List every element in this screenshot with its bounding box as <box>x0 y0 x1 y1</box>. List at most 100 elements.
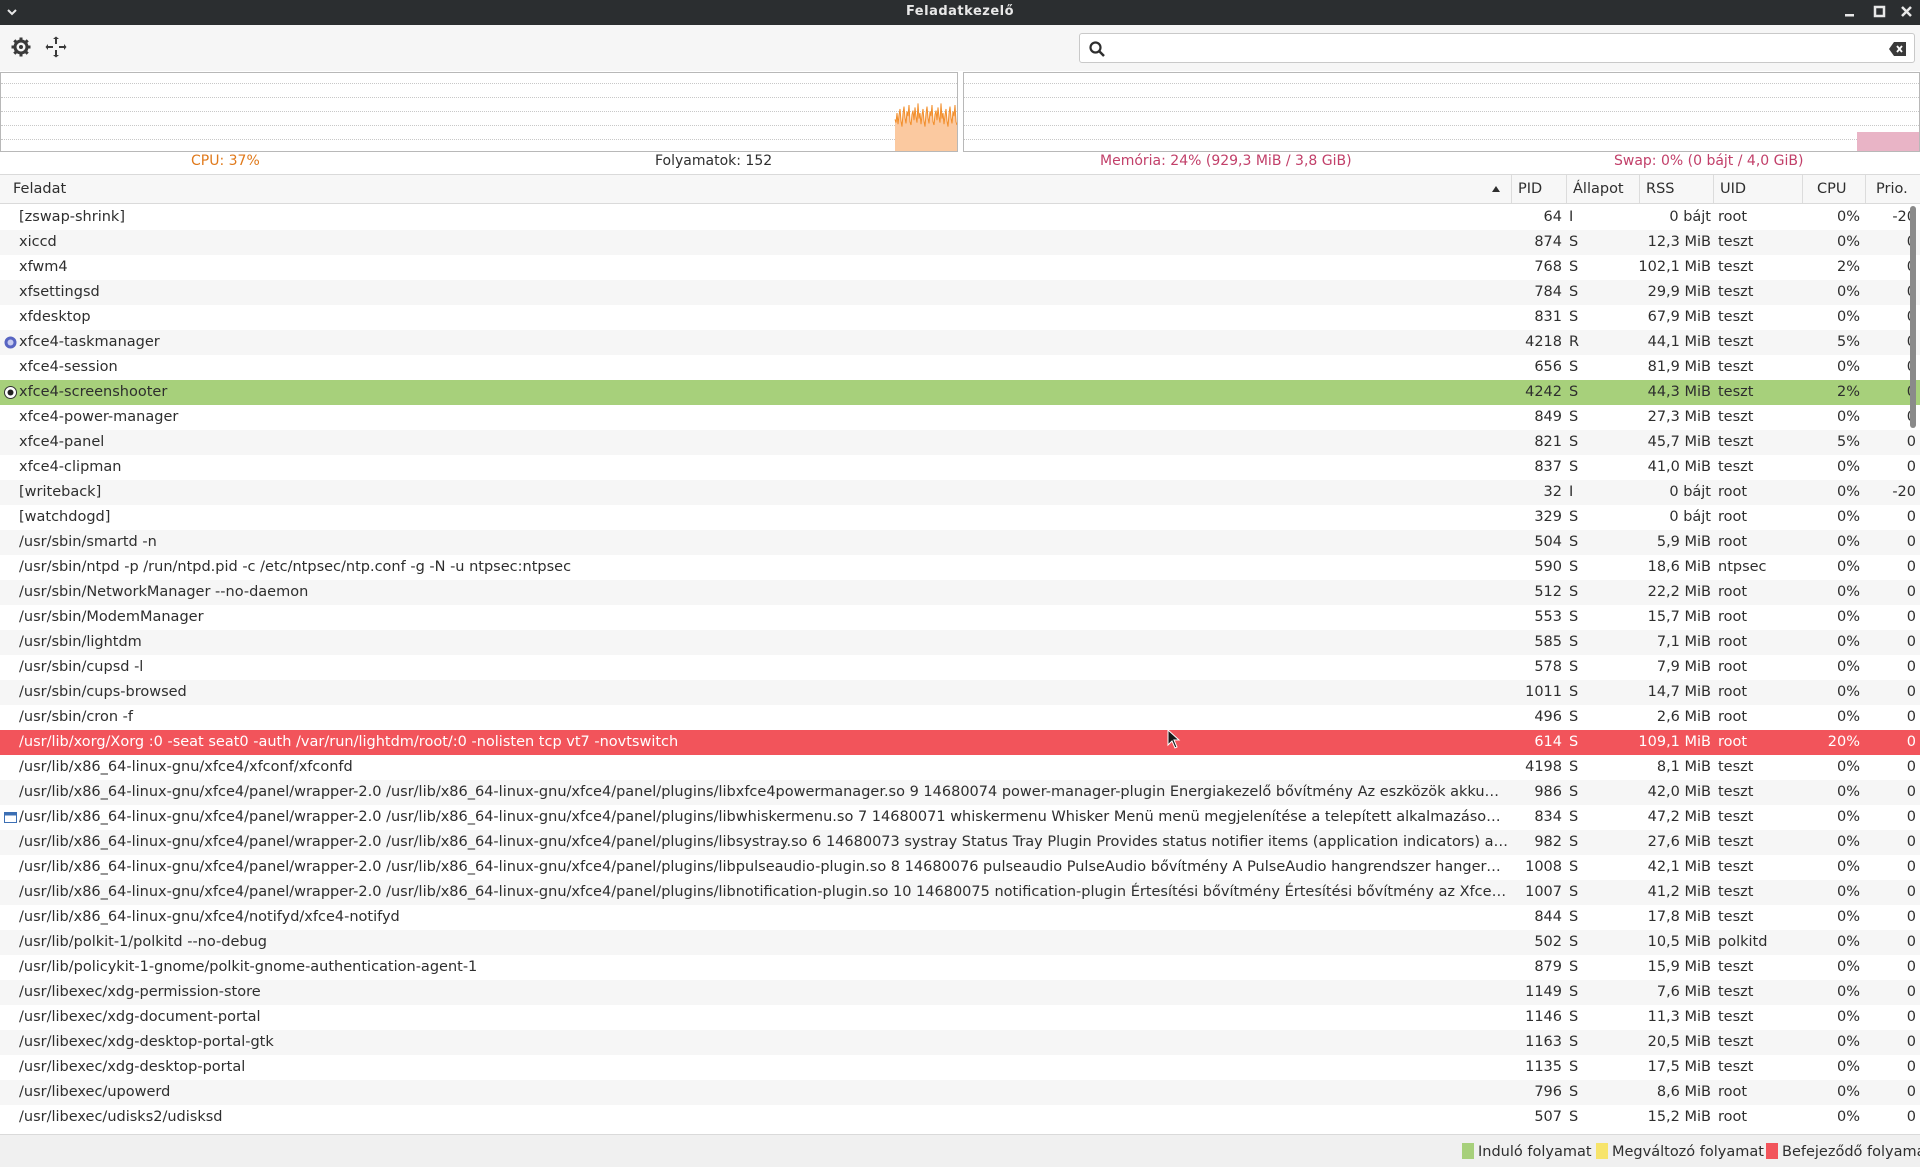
column-header-pid[interactable]: PID <box>1511 175 1566 203</box>
process-rss: 0 bájt <box>1669 509 1711 525</box>
process-prio: 0 <box>1906 459 1916 475</box>
process-pid: 1146 <box>1525 1009 1562 1025</box>
process-prio: 0 <box>1906 709 1916 725</box>
process-row[interactable]: /usr/libexec/xdg-permission-store 1149 S 7,… <box>0 980 1920 1005</box>
process-uid: teszt <box>1718 1034 1754 1050</box>
process-row[interactable]: /usr/sbin/NetworkManager --no-daemon 512 S… <box>0 580 1920 605</box>
process-row[interactable]: /usr/lib/x86_64-linux-gnu/xfce4/panel/wr… <box>0 805 1920 830</box>
process-row[interactable]: /usr/sbin/lightdm 585 S 7,1 MiB root 0% 0 <box>0 630 1920 655</box>
process-rss: 27,3 MiB <box>1647 409 1711 425</box>
process-row[interactable]: xfce4-panel 821 S 45,7 MiB teszt 5% 0 <box>0 430 1920 455</box>
process-row[interactable]: /usr/sbin/ntpd -p /run/ntpd.pid -c /etc/… <box>0 555 1920 580</box>
process-rss: 12,3 MiB <box>1647 234 1711 250</box>
process-rss: 15,7 MiB <box>1647 609 1711 625</box>
process-cpu: 0% <box>1836 859 1860 875</box>
process-state: S <box>1569 634 1579 650</box>
process-row[interactable]: /usr/lib/x86_64-linux-gnu/xfce4/notifyd/… <box>0 905 1920 930</box>
process-uid: root <box>1718 209 1748 225</box>
process-row[interactable]: /usr/lib/x86_64-linux-gnu/xfce4/panel/wr… <box>0 855 1920 880</box>
process-row[interactable]: /usr/sbin/cupsd -l 578 S 7,9 MiB root 0% 0 <box>0 655 1920 680</box>
scrollbar[interactable] <box>1910 206 1916 428</box>
column-header-uid[interactable]: UID <box>1713 175 1802 203</box>
process-row[interactable]: /usr/sbin/cron -f 496 S 2,6 MiB root 0% 0 <box>0 705 1920 730</box>
process-row[interactable]: /usr/libexec/upowerd 796 S 8,6 MiB root 0% 0 <box>0 1080 1920 1105</box>
process-row[interactable]: xfce4-clipman 837 S 41,0 MiB teszt 0% 0 <box>0 455 1920 480</box>
process-row[interactable]: /usr/sbin/cups-browsed 1011 S 14,7 MiB root 0… <box>0 680 1920 705</box>
column-header-state[interactable]: Állapot <box>1566 175 1639 203</box>
process-cpu: 0% <box>1836 1034 1860 1050</box>
process-row[interactable]: [writeback] 32 I 0 bájt root 0% -20 <box>0 480 1920 505</box>
process-row[interactable]: /usr/lib/polkit-1/polkitd --no-debug 502 S… <box>0 930 1920 955</box>
process-pid: 831 <box>1534 309 1562 325</box>
column-header-cpu[interactable]: CPU <box>1802 175 1865 203</box>
process-rss: 17,8 MiB <box>1647 909 1711 925</box>
process-state: R <box>1569 334 1580 350</box>
maximize-icon[interactable] <box>1871 3 1889 21</box>
process-row[interactable]: /usr/sbin/smartd -n 504 S 5,9 MiB root 0% 0 <box>0 530 1920 555</box>
process-name: /usr/sbin/lightdm <box>19 634 142 650</box>
process-name: [writeback] <box>19 484 102 500</box>
process-row[interactable]: /usr/sbin/ModemManager 553 S 15,7 MiB root 0%… <box>0 605 1920 630</box>
process-prio: 0 <box>1906 984 1916 1000</box>
process-row[interactable]: /usr/libexec/xdg-desktop-portal-gtk 1163 S… <box>0 1030 1920 1055</box>
process-name: /usr/lib/x86_64-linux-gnu/xfce4/panel/wr… <box>19 809 1509 825</box>
process-uid: teszt <box>1718 784 1754 800</box>
process-state: S <box>1569 784 1579 800</box>
process-row[interactable]: /usr/lib/x86_64-linux-gnu/xfce4/xfconf/x… <box>0 755 1920 780</box>
search-input[interactable] <box>1114 37 1864 59</box>
process-prio: 0 <box>1906 1034 1916 1050</box>
process-row[interactable]: /usr/libexec/udisks2/udisksd 507 S 15,2 MiB… <box>0 1105 1920 1130</box>
memory-graph <box>963 72 1920 152</box>
process-name: /usr/libexec/xdg-desktop-portal <box>19 1059 246 1075</box>
process-prio: 0 <box>1906 834 1916 850</box>
settings-gear-icon[interactable] <box>10 36 32 58</box>
process-row[interactable]: /usr/lib/x86_64-linux-gnu/xfce4/panel/wr… <box>0 880 1920 905</box>
process-prio: 0 <box>1906 1059 1916 1075</box>
process-count-label: Folyamatok: 152 <box>655 153 773 169</box>
close-icon[interactable] <box>1898 3 1916 21</box>
process-row[interactable]: /usr/libexec/xdg-document-portal 1146 S 11,… <box>0 1005 1920 1030</box>
process-rss: 5,9 MiB <box>1656 534 1711 550</box>
process-row[interactable]: xfsettingsd 784 S 29,9 MiB teszt 0% 0 <box>0 280 1920 305</box>
process-prio: 0 <box>1906 884 1916 900</box>
clear-search-icon[interactable] <box>1888 40 1908 58</box>
column-header-prio[interactable]: Prio. <box>1865 175 1920 203</box>
process-pid: 4218 <box>1525 334 1562 350</box>
process-row[interactable]: xfdesktop 831 S 67,9 MiB teszt 0% 0 <box>0 305 1920 330</box>
process-rss: 17,5 MiB <box>1647 1059 1711 1075</box>
process-row[interactable]: xfce4-taskmanager 4218 R 44,1 MiB teszt 5% 0 <box>0 330 1920 355</box>
process-row[interactable]: [watchdogd] 329 S 0 bájt root 0% 0 <box>0 505 1920 530</box>
process-uid: teszt <box>1718 359 1754 375</box>
process-row[interactable]: xiccd 874 S 12,3 MiB teszt 0% 0 <box>0 230 1920 255</box>
process-state: S <box>1569 1109 1579 1125</box>
process-name: [zswap-shrink] <box>19 209 125 225</box>
process-row[interactable]: /usr/lib/x86_64-linux-gnu/xfce4/panel/wr… <box>0 830 1920 855</box>
process-prio: 0 <box>1868 280 1916 305</box>
process-prio: 0 <box>1868 405 1916 430</box>
crosshair-select-icon[interactable] <box>45 36 67 58</box>
process-row[interactable]: /usr/libexec/xdg-desktop-portal 1135 S 17,5… <box>0 1055 1920 1080</box>
process-prio: 0 <box>1868 355 1916 380</box>
process-name: xiccd <box>19 234 57 250</box>
process-rss: 2,6 MiB <box>1656 709 1711 725</box>
process-uid: teszt <box>1718 309 1754 325</box>
process-row[interactable]: /usr/lib/xorg/Xorg :0 -seat seat0 -auth … <box>0 730 1920 755</box>
process-row[interactable]: xfwm4 768 S 102,1 MiB teszt 2% 0 <box>0 255 1920 280</box>
process-prio: 0 <box>1906 809 1916 825</box>
process-row[interactable]: xfce4-power-manager 849 S 27,3 MiB teszt 0% 0 <box>0 405 1920 430</box>
process-row[interactable]: /usr/lib/policykit-1-gnome/polkit-gnome-… <box>0 955 1920 980</box>
process-prio: 0 <box>1906 609 1916 625</box>
process-rss: 14,7 MiB <box>1647 684 1711 700</box>
minimize-icon[interactable] <box>1841 3 1859 21</box>
column-header-name[interactable]: Feladat <box>0 175 1511 203</box>
process-row[interactable]: [zswap-shrink] 64 I 0 bájt root 0% -20 <box>0 205 1920 230</box>
column-header-rss[interactable]: RSS <box>1639 175 1713 203</box>
search-box[interactable] <box>1079 33 1915 63</box>
process-row[interactable]: xfce4-screenshooter 4242 S 44,3 MiB teszt 2% 0 <box>0 380 1920 405</box>
process-row[interactable]: /usr/lib/x86_64-linux-gnu/xfce4/panel/wr… <box>0 780 1920 805</box>
process-cpu: 0% <box>1836 1084 1860 1100</box>
process-row[interactable]: xfce4-session 656 S 81,9 MiB teszt 0% 0 <box>0 355 1920 380</box>
process-prio: 0 <box>1906 1009 1916 1025</box>
process-rss: 44,3 MiB <box>1647 384 1711 400</box>
process-cpu: 0% <box>1836 309 1860 325</box>
